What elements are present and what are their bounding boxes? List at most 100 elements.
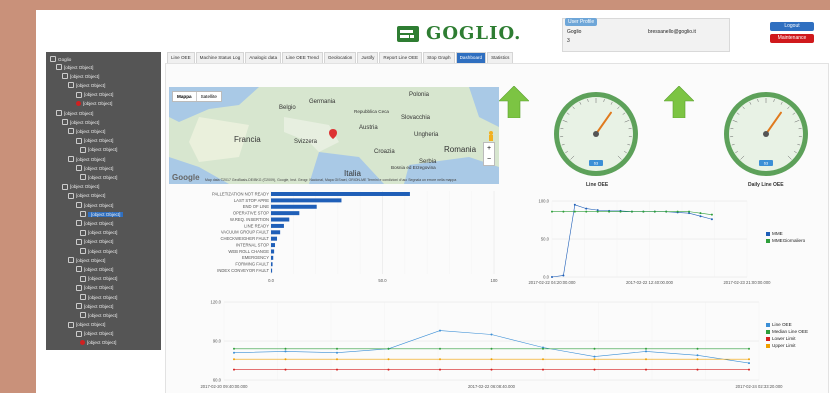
tree-item[interactable]: [object Object] bbox=[80, 174, 118, 181]
data-point bbox=[284, 350, 287, 353]
zoom-out-button[interactable]: − bbox=[484, 154, 494, 165]
tree-item[interactable]: [object Object] bbox=[68, 257, 105, 264]
tree-item[interactable]: [object Object] bbox=[80, 211, 124, 218]
y-tick-label: 100.0 bbox=[539, 199, 550, 204]
folder-toggle-icon bbox=[68, 128, 74, 135]
tree-item[interactable]: [object Object] bbox=[68, 128, 106, 135]
folder-toggle-icon bbox=[76, 202, 82, 208]
tree-item[interactable]: [object Object] bbox=[80, 275, 117, 282]
tab-machine-status-log[interactable]: Machine Status Log bbox=[195, 52, 245, 63]
tree-item-label: [object Object] bbox=[88, 211, 124, 217]
folder-toggle-icon bbox=[62, 73, 68, 80]
tree-item-label: [object Object] bbox=[76, 193, 106, 199]
folder-toggle-icon bbox=[68, 82, 74, 89]
legend-swatch bbox=[766, 343, 770, 348]
tree-item[interactable]: [object Object] bbox=[80, 294, 117, 300]
tree-item[interactable]: [object Object] bbox=[80, 340, 116, 345]
tab-line-oee[interactable]: Line OEE bbox=[167, 52, 195, 63]
data-point bbox=[387, 368, 390, 371]
daily-line-oee-gauge-label: Daily Line OEE bbox=[748, 182, 784, 188]
folder-toggle-icon bbox=[68, 257, 74, 264]
tree-item-label: [object Object] bbox=[88, 294, 118, 300]
tree-item[interactable]: [object Object] bbox=[76, 165, 113, 172]
mme-chart-legend: MME MMEGiornaliero bbox=[766, 231, 805, 245]
tree-item[interactable]: [object Object] bbox=[80, 248, 117, 254]
tab-line-oee-trend[interactable]: Line OEE Trend bbox=[282, 52, 323, 63]
tab-geolocation[interactable]: Geolocation bbox=[323, 52, 357, 63]
logout-button[interactable]: Logout bbox=[770, 22, 814, 31]
tree-item[interactable]: Goglio bbox=[50, 56, 71, 62]
tree-item[interactable]: [object Object] bbox=[68, 321, 105, 328]
alarm-badge-icon bbox=[80, 340, 85, 345]
y-tick-label: 0.0 bbox=[543, 275, 549, 280]
tree-item[interactable]: [object Object] bbox=[62, 183, 99, 190]
gauge-value-text: 63 bbox=[594, 161, 599, 166]
line-oee-trend-chart: 60.0 90.0 120.0 2017-02-20 09:40:00.000 2017… bbox=[200, 300, 783, 390]
tree-item[interactable]: [object Object] bbox=[76, 238, 113, 245]
map-tab-map[interactable]: Mappa bbox=[173, 92, 197, 101]
tree-item[interactable]: [object Object] bbox=[80, 312, 117, 319]
map-label-belgio: Belgio bbox=[279, 105, 296, 111]
x-tick-label: 2017-02-22 04:20:00.000 bbox=[528, 280, 576, 285]
tree-item[interactable]: [object Object] bbox=[68, 192, 106, 199]
y-tick-label: 120.0 bbox=[211, 300, 222, 305]
tree-item-label: [object Object] bbox=[76, 128, 106, 134]
tree-item-label: [object Object] bbox=[64, 64, 94, 70]
data-point bbox=[710, 218, 713, 221]
tab-stop-graph[interactable]: Stop Graph bbox=[423, 52, 455, 63]
tree-item[interactable]: [object Object] bbox=[80, 146, 117, 153]
tree-item[interactable]: [object Object] bbox=[56, 64, 93, 70]
stop-category-label: LINE READY bbox=[244, 223, 269, 228]
maintenance-button[interactable]: Maintenance bbox=[770, 34, 814, 43]
folder-toggle-icon bbox=[76, 284, 82, 291]
tab-analogic-data[interactable]: Analogic data bbox=[245, 52, 282, 63]
data-point bbox=[284, 368, 287, 371]
data-point bbox=[336, 351, 338, 354]
tree-item[interactable]: [object Object] bbox=[68, 82, 105, 89]
map-label-austria: Austria bbox=[359, 125, 378, 131]
tree-item[interactable]: [object Object] bbox=[76, 303, 113, 310]
street-view-pegman-icon[interactable] bbox=[487, 131, 495, 141]
zoom-in-button[interactable]: + bbox=[484, 143, 494, 154]
tree-item[interactable]: [object Object] bbox=[76, 330, 113, 337]
tab-dashboard[interactable]: Dashboard bbox=[455, 52, 487, 63]
tree-item[interactable]: [object Object] bbox=[76, 137, 113, 144]
data-point bbox=[387, 347, 390, 350]
tree-item[interactable]: [object Object] bbox=[76, 284, 113, 291]
tree-item[interactable]: [object Object] bbox=[76, 202, 113, 208]
tree-item[interactable]: [object Object] bbox=[76, 100, 112, 106]
data-point bbox=[233, 351, 235, 354]
tree-item-label: [object Object] bbox=[88, 174, 118, 180]
tree-item[interactable]: [object Object] bbox=[76, 220, 113, 227]
machine-icon bbox=[80, 248, 86, 254]
stop-bar bbox=[271, 236, 278, 241]
map-marker-icon[interactable] bbox=[329, 129, 337, 139]
stop-bar bbox=[271, 192, 410, 196]
folder-toggle-icon bbox=[62, 183, 68, 190]
legend-item-upper-limit: Upper Limit bbox=[766, 343, 808, 348]
tree-item-label: [object Object] bbox=[87, 340, 117, 345]
tree-item[interactable]: [object Object] bbox=[76, 91, 113, 98]
tree-item[interactable]: [object Object] bbox=[68, 156, 105, 162]
trend-up-arrow-icon-2 bbox=[664, 86, 694, 118]
tab-justify[interactable]: Justify bbox=[357, 52, 379, 63]
data-point bbox=[439, 329, 441, 332]
profile-level: 3 bbox=[567, 38, 570, 44]
tree-item[interactable]: [object Object] bbox=[76, 266, 113, 273]
tab-report-line-oee[interactable]: Report Line OEE bbox=[379, 52, 423, 63]
tree-item[interactable]: [object Object] bbox=[62, 119, 99, 126]
map-tab-satellite[interactable]: Satellite bbox=[197, 92, 221, 101]
geolocation-map[interactable]: Mappa Satellite Francia Italia Romania G… bbox=[169, 87, 499, 184]
data-point bbox=[542, 358, 544, 361]
tree-item[interactable]: [object Object] bbox=[62, 73, 99, 80]
folder-toggle-icon bbox=[76, 220, 82, 227]
data-point bbox=[562, 210, 565, 213]
folder-toggle-icon bbox=[76, 238, 82, 245]
data-point bbox=[551, 210, 553, 213]
tree-item[interactable]: [object Object] bbox=[56, 110, 93, 116]
map-label-francia: Francia bbox=[234, 135, 261, 144]
tree-item[interactable]: [object Object] bbox=[80, 229, 117, 236]
data-point bbox=[542, 368, 544, 371]
tab-statistics[interactable]: Statistics bbox=[487, 52, 514, 63]
y-tick-label: 60.0 bbox=[213, 378, 222, 383]
